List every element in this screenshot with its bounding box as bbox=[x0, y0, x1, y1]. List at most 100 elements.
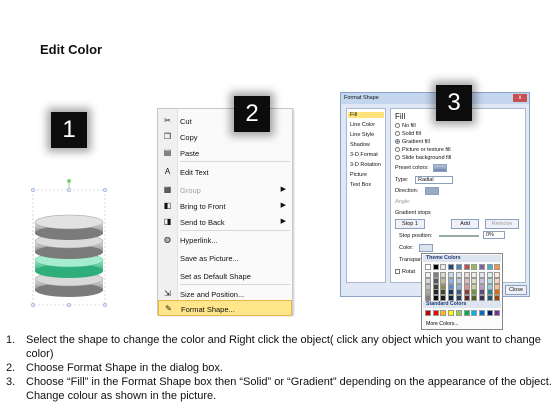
category-item[interactable]: Line Color bbox=[350, 122, 375, 128]
color-swatch[interactable] bbox=[432, 264, 439, 270]
stop-position-input[interactable]: 0% bbox=[483, 231, 505, 239]
stacked-discs-shape[interactable] bbox=[30, 178, 108, 313]
color-swatch[interactable] bbox=[432, 310, 439, 316]
more-colors-link[interactable]: More Colors... bbox=[426, 321, 459, 327]
fill-option-radio[interactable]: No fill bbox=[395, 123, 416, 129]
context-menu-item[interactable]: ▤ Paste bbox=[158, 145, 292, 161]
instruction-step: 1. Select the shape to change the color a… bbox=[6, 333, 554, 361]
gradient-stops-label: Gradient stops bbox=[395, 210, 431, 216]
color-swatch[interactable] bbox=[494, 295, 501, 302]
type-dropdown[interactable]: Radial bbox=[415, 176, 453, 184]
category-item[interactable]: Picture bbox=[350, 172, 367, 178]
color-swatch[interactable] bbox=[486, 310, 493, 316]
color-swatch[interactable] bbox=[455, 264, 462, 270]
color-swatch[interactable] bbox=[471, 310, 478, 316]
color-swatch[interactable] bbox=[448, 310, 455, 316]
edit-text-icon: A bbox=[164, 167, 171, 176]
color-swatch[interactable] bbox=[440, 310, 447, 316]
step-text: Select the shape to change the color and… bbox=[26, 334, 541, 360]
slide-title: Edit Color bbox=[40, 42, 103, 57]
color-swatch[interactable] bbox=[455, 295, 462, 302]
color-swatch[interactable] bbox=[486, 264, 493, 270]
color-swatch[interactable] bbox=[478, 295, 485, 302]
direction-dropdown[interactable] bbox=[425, 187, 439, 195]
color-swatch[interactable] bbox=[494, 310, 501, 316]
instruction-step: 3. Choose “Fill” in the Format Shape box … bbox=[6, 375, 554, 403]
fill-option-radio[interactable]: Gradient fill bbox=[395, 139, 430, 145]
step-badge-3: 3 bbox=[436, 85, 472, 121]
color-swatch[interactable] bbox=[478, 310, 485, 316]
context-menu-item[interactable]: ✎ Format Shape... bbox=[158, 300, 292, 316]
category-item[interactable]: 3-D Format bbox=[350, 152, 378, 158]
color-swatch[interactable] bbox=[463, 264, 470, 270]
add-stop-button[interactable]: Add bbox=[451, 219, 479, 229]
color-swatch[interactable] bbox=[425, 295, 431, 302]
rotate-with-shape-checkbox[interactable]: Rotat bbox=[395, 269, 415, 275]
context-menu-item[interactable]: Save as Picture... bbox=[158, 250, 292, 266]
color-swatch[interactable] bbox=[448, 295, 455, 302]
color-swatch[interactable] bbox=[440, 264, 447, 270]
step-text: Choose “Fill” in the Format Shape box th… bbox=[26, 376, 552, 402]
remove-stop-button[interactable]: Remove bbox=[485, 219, 519, 229]
color-swatch[interactable] bbox=[440, 295, 447, 302]
context-menu-item-label: Format Shape... bbox=[181, 305, 235, 314]
stop-position-slider[interactable] bbox=[439, 235, 479, 237]
color-swatch[interactable] bbox=[425, 310, 431, 316]
color-swatch[interactable] bbox=[486, 295, 493, 302]
color-swatch[interactable] bbox=[455, 310, 462, 316]
color-swatch[interactable] bbox=[463, 295, 470, 302]
submenu-arrow-icon: ▶ bbox=[280, 202, 286, 209]
color-dropdown[interactable] bbox=[419, 244, 433, 252]
category-item[interactable]: Text Box bbox=[350, 182, 371, 188]
format-shape-icon: ✎ bbox=[165, 304, 172, 313]
step-badge-2: 2 bbox=[234, 96, 270, 132]
step-badge-1: 1 bbox=[51, 112, 87, 148]
category-item[interactable]: 3-D Rotation bbox=[350, 162, 381, 168]
step-text: Choose Format Shape in the dialog box. bbox=[26, 362, 223, 374]
dialog-close-button[interactable]: x bbox=[513, 94, 527, 102]
category-item[interactable]: Shadow bbox=[350, 142, 370, 148]
context-menu-item[interactable]: ▦ Group ▶ bbox=[158, 182, 292, 198]
context-menu-item[interactable]: ◍ Hyperlink... bbox=[158, 232, 292, 248]
context-menu-item[interactable]: ❐ Copy bbox=[158, 129, 292, 145]
fill-option-label: Solid fill bbox=[402, 131, 421, 137]
context-menu-item-label: Bring to Front bbox=[180, 202, 226, 211]
color-swatch[interactable] bbox=[494, 264, 501, 270]
menu-separator bbox=[180, 161, 290, 162]
color-swatch[interactable] bbox=[448, 264, 455, 270]
category-item[interactable]: Fill bbox=[348, 112, 384, 118]
angle-label: Angle: bbox=[395, 199, 411, 205]
color-swatch[interactable] bbox=[425, 264, 431, 270]
category-item[interactable]: Line Style bbox=[350, 132, 374, 138]
send-to-back-icon: ◨ bbox=[163, 217, 172, 226]
radio-button bbox=[395, 155, 400, 161]
fill-option-radio[interactable]: Solid fill bbox=[395, 131, 421, 137]
color-swatch[interactable] bbox=[478, 264, 485, 270]
preset-colors-dropdown[interactable] bbox=[433, 164, 447, 172]
bring-to-front-icon: ◧ bbox=[163, 201, 172, 210]
stop-select[interactable]: Stop 1 bbox=[395, 219, 425, 229]
context-menu-item[interactable]: Set as Default Shape bbox=[158, 268, 292, 284]
dialog-close-footer-button[interactable]: Close bbox=[505, 285, 527, 295]
context-menu-item[interactable]: A Edit Text bbox=[158, 164, 292, 180]
preset-colors-label: Preset colors: bbox=[395, 165, 429, 171]
fill-option-radio[interactable]: Slide background fill bbox=[395, 155, 451, 161]
color-swatch[interactable] bbox=[471, 264, 478, 270]
context-menu-item-label: Edit Text bbox=[180, 168, 209, 177]
color-swatch[interactable] bbox=[432, 295, 439, 302]
step-number: 2. bbox=[6, 362, 16, 374]
stacked-discs-graphic bbox=[30, 179, 108, 308]
color-swatch[interactable] bbox=[471, 295, 478, 302]
context-menu-item[interactable]: ◧ Bring to Front ▶ bbox=[158, 198, 292, 214]
instruction-step: 2. Choose Format Shape in the dialog box. bbox=[6, 361, 554, 375]
fill-option-radio[interactable]: Picture or texture fill bbox=[395, 147, 451, 153]
context-menu-item-label: Size and Position... bbox=[180, 290, 245, 299]
context-menu-item-label: Set as Default Shape bbox=[180, 272, 251, 281]
fill-heading: Fill bbox=[395, 112, 406, 121]
context-menu-item[interactable]: ✂ Cut bbox=[158, 113, 292, 129]
fill-option-label: Gradient fill bbox=[402, 139, 430, 145]
color-swatch[interactable] bbox=[463, 310, 470, 316]
menu-separator bbox=[180, 284, 290, 285]
theme-colors-header: Theme Colors bbox=[423, 255, 501, 262]
context-menu-item[interactable]: ◨ Send to Back ▶ bbox=[158, 214, 292, 230]
